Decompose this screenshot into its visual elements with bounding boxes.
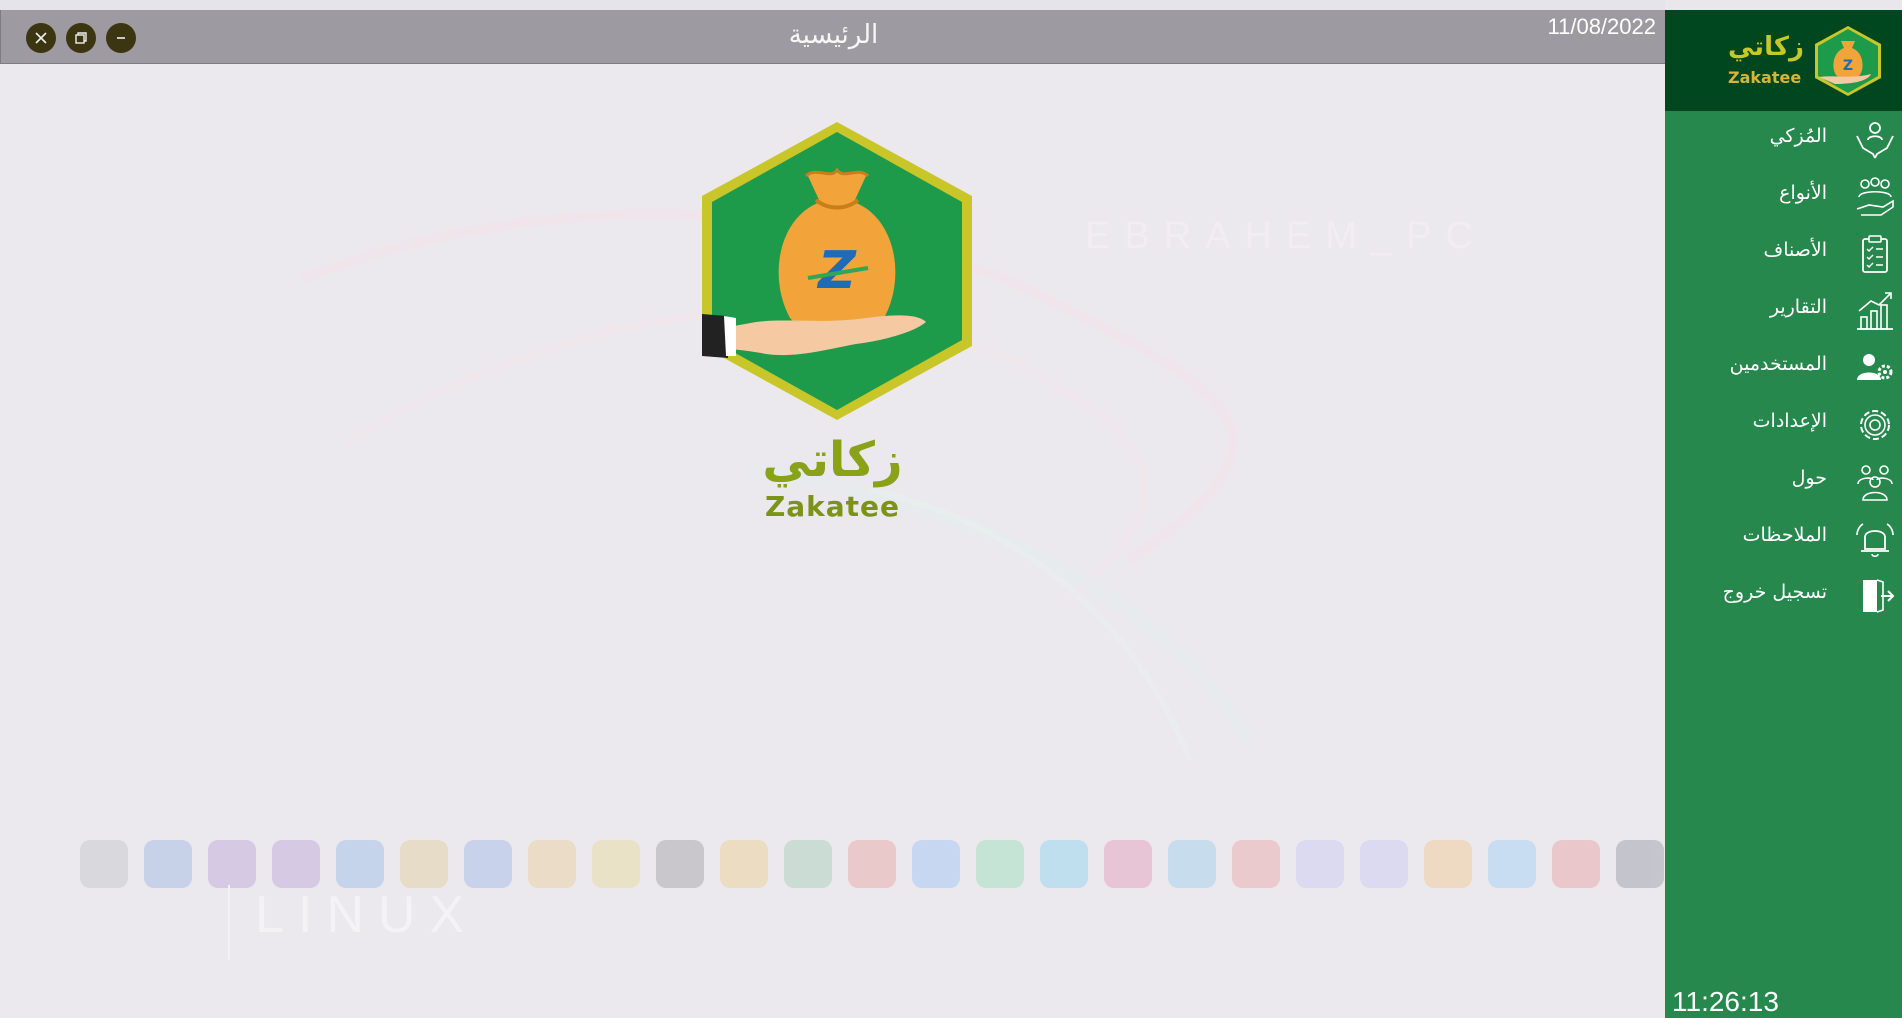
os-watermark: LINUX: [255, 886, 479, 944]
page-title: الرئيسية: [788, 20, 879, 50]
nav-label: التقارير: [1769, 296, 1827, 318]
nav-label: المستخدمين: [1729, 353, 1827, 375]
nav-label: المُزكي: [1769, 125, 1827, 147]
users-gear-icon: [1857, 354, 1893, 380]
main-area: EBRAHEM_PC LINUX الرئيسية 11/08/2022 Z ز…: [0, 0, 1665, 1018]
pc-name-watermark: EBRAHEM_PC: [1085, 215, 1487, 257]
zakatee-logo-small: Z: [1815, 26, 1881, 96]
hands-donor-icon: [1856, 122, 1894, 159]
nav-label: الأصناف: [1763, 239, 1827, 261]
sidebar: Z زكاتي Zakatee المُزكي الأنواع الأصناف: [1665, 10, 1902, 1018]
nav-item-types[interactable]: الأنواع: [1665, 172, 1902, 222]
nav-item-about[interactable]: حول: [1665, 457, 1902, 507]
nav-item-reports[interactable]: التقارير: [1665, 286, 1902, 336]
nav-item-donor[interactable]: المُزكي: [1665, 115, 1902, 165]
sidebar-brand-english: Zakatee: [1728, 68, 1802, 87]
zakatee-logo: Z: [702, 122, 972, 420]
nav-label: تسجيل خروج: [1722, 581, 1827, 603]
group-icon: [1857, 465, 1893, 501]
nav-label: الملاحظات: [1742, 524, 1827, 546]
nav-label: حول: [1791, 467, 1827, 489]
nav-item-notes[interactable]: الملاحظات: [1665, 514, 1902, 564]
linux-divider: [228, 885, 230, 960]
title-bar: الرئيسية 11/08/2022: [0, 10, 1665, 64]
clipboard-checklist-icon: [1862, 235, 1888, 273]
logout-door-icon: [1863, 579, 1895, 613]
nav-item-settings[interactable]: الإعدادات: [1665, 400, 1902, 450]
brand-name-arabic: زكاتي: [762, 432, 903, 488]
sidebar-brand-arabic: زكاتي: [1728, 32, 1804, 62]
date-display: 11/08/2022: [1547, 14, 1656, 39]
clock-display: 11:26:13: [1672, 986, 1779, 1017]
brand-name-english: Zakatee: [764, 490, 901, 523]
sidebar-header: Z زكاتي Zakatee: [1665, 10, 1902, 111]
bell-icon: [1856, 523, 1894, 558]
gear-icon: [1860, 410, 1890, 440]
nav-item-logout[interactable]: تسجيل خروج: [1665, 571, 1902, 621]
people-hand-icon: [1856, 177, 1894, 216]
svg-text:Z: Z: [1843, 58, 1853, 74]
bar-chart-icon: [1857, 292, 1893, 330]
nav-label: الأنواع: [1779, 182, 1827, 204]
nav-label: الإعدادات: [1752, 410, 1827, 432]
nav-item-categories[interactable]: الأصناف: [1665, 229, 1902, 279]
nav-item-users[interactable]: المستخدمين: [1665, 343, 1902, 393]
desktop-dock-watermark: [80, 840, 1665, 888]
top-strip: [0, 0, 1665, 10]
